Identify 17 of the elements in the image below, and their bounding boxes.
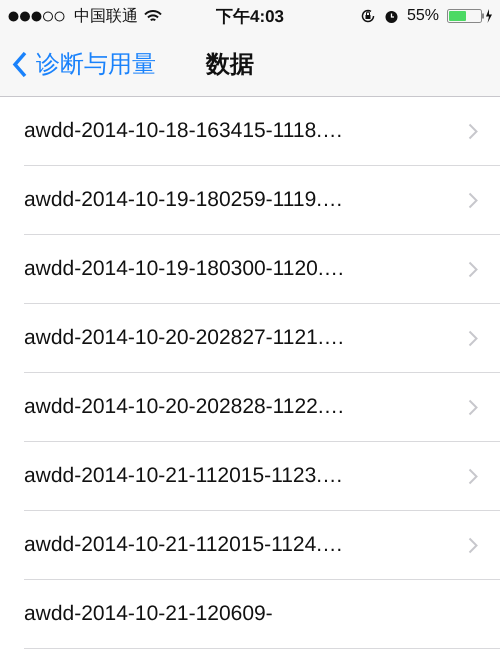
battery-charging-icon — [447, 9, 492, 23]
carrier-name: 中国联通 — [74, 6, 138, 26]
file-name[interactable]: awdd-2014-10-21-112015-1123.… — [24, 464, 468, 488]
wifi-icon — [144, 10, 162, 22]
file-name[interactable]: awdd-2014-10-20-202828-1122.… — [24, 395, 468, 419]
battery-percent: 55% — [406, 7, 439, 25]
clock-time: 下午4:03 — [216, 6, 284, 28]
rotation-lock-icon — [360, 8, 376, 24]
file-name[interactable]: awdd-2014-10-19-180259-1119.… — [24, 188, 468, 212]
file-name[interactable]: awdd-2014-10-18-163415-1118.… — [24, 119, 468, 143]
back-chevron-icon — [12, 50, 28, 78]
file-name[interactable]: awdd-2014-10-21-112015-1124.… — [24, 533, 468, 557]
alarm-icon — [384, 8, 399, 24]
file-name[interactable]: awdd-2014-10-21-120609- — [24, 602, 478, 626]
page-title: 数据 — [206, 50, 254, 80]
file-name[interactable]: awdd-2014-10-20-202827-1121.… — [24, 326, 468, 350]
file-name[interactable]: awdd-2014-10-19-180300-1120.… — [24, 257, 468, 281]
